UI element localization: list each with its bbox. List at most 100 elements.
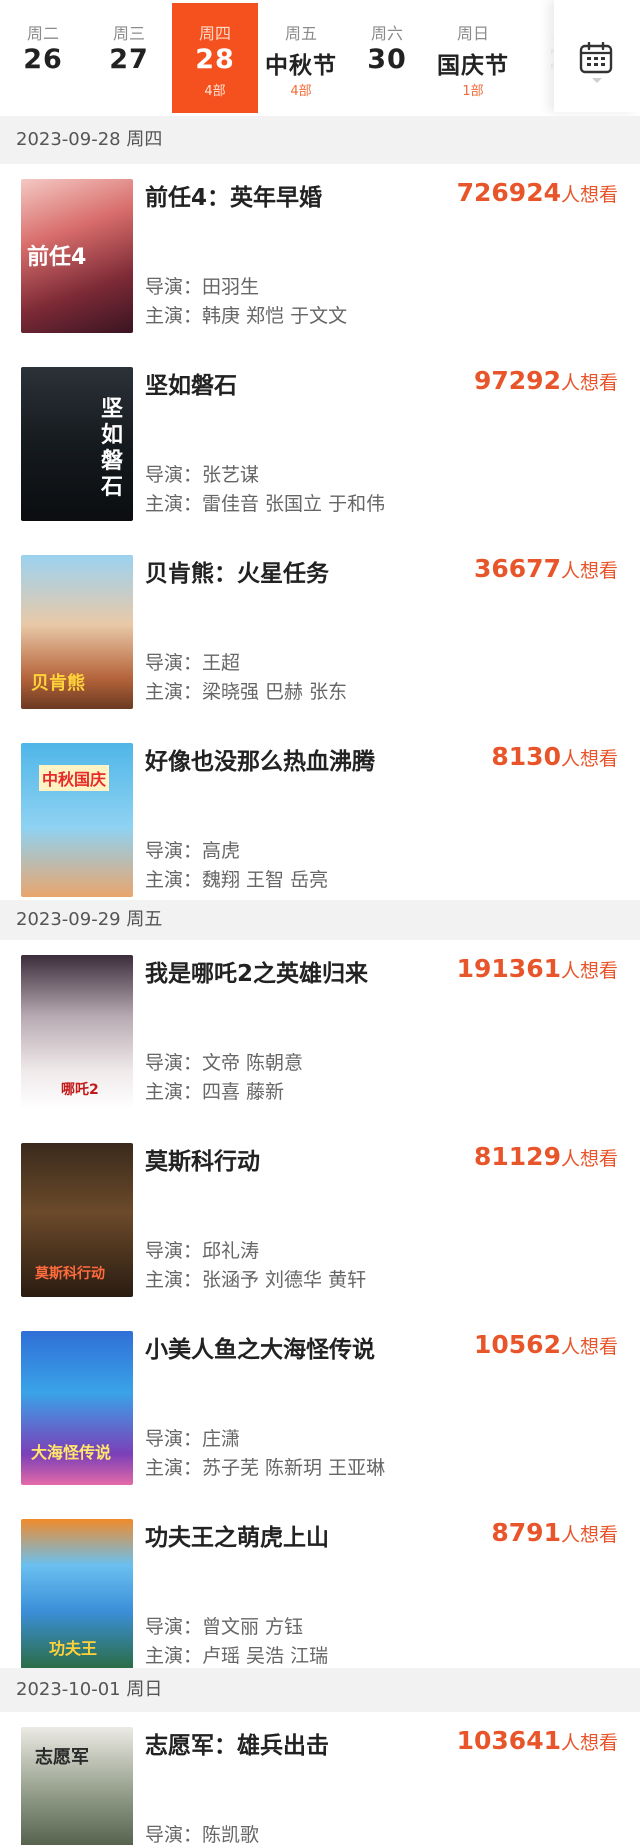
director-label: 导演：	[145, 1052, 203, 1074]
director-line: 导演：陈凯歌	[145, 1820, 259, 1845]
movie-title[interactable]: 小美人鱼之大海怪传说	[145, 1330, 375, 1364]
cast-names: 梁晓强 巴赫 张东	[202, 681, 348, 703]
cast-label: 主演：	[145, 869, 203, 891]
strip-fade	[526, 0, 554, 112]
cast-line: 主演：魏翔 王智 岳亮	[145, 865, 328, 892]
cast-names: 魏翔 王智 岳亮	[202, 869, 329, 891]
director-line: 导演：邱礼涛	[145, 1236, 259, 1263]
movie-title[interactable]: 莫斯科行动	[145, 1142, 260, 1176]
want-count: 97292	[474, 366, 561, 395]
movie-poster[interactable]: 志愿军	[21, 1727, 133, 1845]
director-line: 导演：田羽生	[145, 272, 259, 299]
director-names: 王超	[202, 652, 241, 674]
movie-poster[interactable]: 贝肯熊	[21, 555, 133, 709]
cast-label: 主演：	[145, 1457, 203, 1479]
date-tab-weekday: 周五	[284, 24, 317, 43]
movie-row[interactable]: 前任4 前任4：英年早婚 726924人想看 导演：田羽生 主演：韩庚 郑恺 于…	[0, 164, 640, 352]
cast-label: 主演：	[145, 1645, 203, 1667]
movie-poster[interactable]: 中秋国庆	[21, 743, 133, 897]
date-tab-30[interactable]: 周六 30	[344, 0, 430, 112]
want-unit: 人想看	[560, 1336, 618, 1358]
cast-names: 卢瑶 吴浩 江瑞	[202, 1645, 329, 1667]
director-names: 曾文丽 方钰	[202, 1616, 304, 1638]
poster-text: 中秋国庆	[39, 765, 110, 791]
date-tab-national-day[interactable]: 周日 国庆节 1部	[430, 0, 516, 112]
movie-row[interactable]: 中秋国庆 好像也没那么热血沸腾 8130人想看 导演：高虎 主演：魏翔 王智 岳…	[0, 728, 640, 916]
director-label: 导演：	[145, 464, 203, 486]
date-tab-weekday: 周三	[112, 24, 145, 43]
movie-title[interactable]: 志愿军：雄兵出击	[145, 1726, 329, 1760]
movie-row[interactable]: 贝肯熊 贝肯熊：火星任务 36677人想看 导演：王超 主演：梁晓强 巴赫 张东	[0, 540, 640, 728]
section-date-header: 2023-10-01 周日	[0, 1668, 640, 1712]
movie-title[interactable]: 功夫王之萌虎上山	[145, 1518, 329, 1552]
want-unit: 人想看	[560, 1148, 618, 1170]
want-to-see: 10562人想看	[474, 1330, 618, 1359]
calendar-button[interactable]	[554, 0, 640, 112]
cast-line: 主演：苏子芜 陈新玥 王亚琳	[145, 1453, 385, 1480]
want-unit: 人想看	[560, 184, 618, 206]
movie-title[interactable]: 贝肯熊：火星任务	[145, 554, 329, 588]
poster-text: 功夫王	[49, 1639, 98, 1658]
date-tab-label: 26	[23, 44, 63, 75]
date-strip: 周二 26 周三 27 周四 28 4部 周五 中秋节 4部 周六 30 周日 …	[0, 0, 640, 116]
movie-poster[interactable]: 哪吒2	[21, 955, 133, 1109]
director-label: 导演：	[145, 1428, 203, 1450]
cast-line: 主演：卢瑶 吴浩 江瑞	[145, 1641, 328, 1668]
date-tab-28-selected[interactable]: 周四 28 4部	[172, 3, 258, 113]
cast-line: 主演：雷佳音 张国立 于和伟	[145, 489, 385, 516]
movie-poster[interactable]: 前任4	[21, 179, 133, 333]
director-names: 陈凯歌	[202, 1824, 260, 1845]
want-unit: 人想看	[560, 748, 618, 770]
date-tab-count: 4部	[290, 84, 312, 99]
date-tab-27[interactable]: 周三 27	[86, 0, 172, 112]
movie-row[interactable]: 坚如磐石 坚如磐石 97292人想看 导演：张艺谋 主演：雷佳音 张国立 于和伟	[0, 352, 640, 540]
cast-names: 雷佳音 张国立 于和伟	[202, 493, 386, 515]
cast-label: 主演：	[145, 1269, 203, 1291]
director-label: 导演：	[145, 1616, 203, 1638]
want-to-see: 103641人想看	[457, 1726, 618, 1755]
calendar-icon	[579, 42, 613, 74]
movie-title[interactable]: 坚如磐石	[145, 366, 237, 400]
want-count: 8791	[491, 1518, 561, 1547]
director-line: 导演：文帝 陈朝意	[145, 1048, 303, 1075]
movie-row[interactable]: 功夫王 功夫王之萌虎上山 8791人想看 导演：曾文丽 方钰 主演：卢瑶 吴浩 …	[0, 1504, 640, 1692]
poster-text: 志愿军	[35, 1747, 89, 1768]
director-line: 导演：庄潇	[145, 1424, 240, 1451]
want-unit: 人想看	[560, 1524, 618, 1546]
director-label: 导演：	[145, 276, 203, 298]
movie-row[interactable]: 志愿军 志愿军：雄兵出击 103641人想看 导演：陈凯歌	[0, 1712, 640, 1845]
want-to-see: 97292人想看	[474, 366, 618, 395]
movie-title[interactable]: 我是哪吒2之英雄归来	[145, 954, 368, 988]
chevron-down-icon	[592, 78, 602, 83]
section-date-header: 2023-09-29 周五	[0, 900, 640, 940]
want-unit: 人想看	[560, 372, 618, 394]
movie-title[interactable]: 好像也没那么热血沸腾	[145, 742, 375, 776]
cast-names: 苏子芜 陈新玥 王亚琳	[202, 1457, 386, 1479]
movie-row[interactable]: 莫斯科行动 莫斯科行动 81129人想看 导演：邱礼涛 主演：张涵予 刘德华 黄…	[0, 1128, 640, 1316]
movie-row[interactable]: 大海怪传说 小美人鱼之大海怪传说 10562人想看 导演：庄潇 主演：苏子芜 陈…	[0, 1316, 640, 1504]
want-to-see: 81129人想看	[474, 1142, 618, 1171]
date-tab-mid-autumn[interactable]: 周五 中秋节 4部	[258, 0, 344, 112]
cast-label: 主演：	[145, 493, 203, 515]
movie-poster[interactable]: 坚如磐石	[21, 367, 133, 521]
section-date-header: 2023-09-28 周四	[0, 116, 640, 164]
want-to-see: 36677人想看	[474, 554, 618, 583]
date-tab-26[interactable]: 周二 26	[0, 0, 86, 112]
movie-poster[interactable]: 莫斯科行动	[21, 1143, 133, 1297]
want-count: 10562	[474, 1330, 561, 1359]
director-names: 张艺谋	[202, 464, 260, 486]
movie-row[interactable]: 哪吒2 我是哪吒2之英雄归来 191361人想看 导演：文帝 陈朝意 主演：四喜…	[0, 940, 640, 1128]
movie-poster[interactable]: 功夫王	[21, 1519, 133, 1673]
want-count: 8130	[491, 742, 561, 771]
cast-names: 张涵予 刘德华 黄轩	[202, 1269, 367, 1291]
movie-title[interactable]: 前任4：英年早婚	[145, 178, 322, 212]
cast-label: 主演：	[145, 305, 203, 327]
director-line: 导演：曾文丽 方钰	[145, 1612, 303, 1639]
date-tab-weekday: 周日	[456, 24, 489, 43]
date-tab-label: 30	[367, 44, 407, 75]
director-label: 导演：	[145, 840, 203, 862]
date-tab-label: 27	[109, 44, 149, 75]
director-line: 导演：王超	[145, 648, 240, 675]
movie-poster[interactable]: 大海怪传说	[21, 1331, 133, 1485]
director-line: 导演：高虎	[145, 836, 240, 863]
